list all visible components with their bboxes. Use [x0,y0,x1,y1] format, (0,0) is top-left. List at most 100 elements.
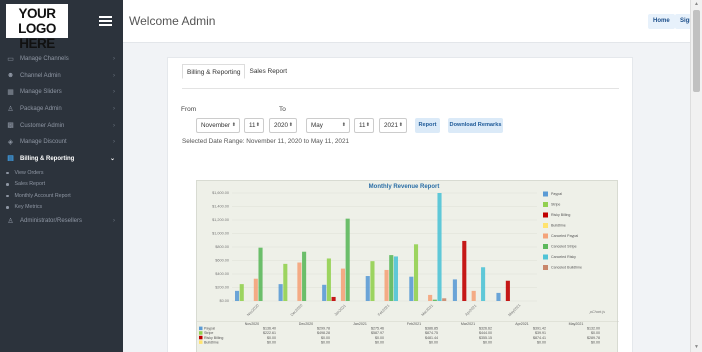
chevron-right-icon: › [113,139,115,146]
sidebar-subitem-label: View Orders [14,169,44,176]
bar [239,284,244,301]
sidebar-item-administrator-resellers[interactable]: ♙ Administrator/Resellers › [0,213,123,230]
chevron-updown-icon: ⬍ [231,122,236,128]
legend-swatch [543,202,548,207]
sidebar-item-manage-sliders[interactable]: ▦ Manage Sliders › [0,84,123,101]
bar [297,262,302,301]
sidebar-item-label: Manage Channels [20,56,69,63]
logo-line1: YOUR LOGO [18,6,56,36]
scroll-thumb[interactable] [693,10,700,92]
y-tick-label: $0.00 [219,299,229,303]
table-cell: $874.41 [533,336,546,340]
tab-billing-reporting[interactable]: Billing & Reporting [182,64,246,79]
sidebar-subitem-sales-report[interactable]: Sales Report [0,179,123,191]
to-day-select[interactable]: 11 ⬍ [354,118,374,133]
sidebar-item-package-admin[interactable]: ♙ Package Admin › [0,101,123,118]
sidebar-item-manage-channels[interactable]: ▭ Manage Channels › [0,51,123,68]
x-tick-label: Nov2020 [246,304,260,318]
legend-label: Canceled Stripe [551,245,577,249]
to-month-select[interactable]: May ⬍ [306,118,350,133]
sidebar-item-customer-admin[interactable]: ▩ Customer Admin › [0,117,123,134]
table-cell: $386.85 [425,327,438,331]
legend-swatch [543,212,548,218]
legend-swatch [543,233,548,239]
to-label: To [279,106,286,113]
welcome-title: Welcome Admin [129,14,216,28]
table-header-cell: Mar2021 [461,322,475,326]
bar [283,263,288,301]
bar [253,278,258,301]
sidebar-item-label: Administrator/Resellers [20,218,83,225]
logo-area: YOUR LOGO HERE [0,0,123,51]
grid-icon: ▩ [7,122,14,130]
tv-icon: ▭ [7,55,14,63]
table-cell: $289.78 [587,336,600,340]
sidebar-item-channel-admin[interactable]: ☻ Channel Admin › [0,68,123,85]
y-tick-label: $1,400.00 [212,205,229,209]
bar [437,193,442,301]
table-cell: $355.15 [479,336,492,340]
chevron-updown-icon: ⬍ [255,122,260,128]
x-tick-label: Dec2020 [290,304,304,318]
bar [505,280,510,301]
chevron-right-icon: › [113,122,115,129]
y-tick-label: $1,600.00 [212,191,229,195]
table-header-cell: May2021 [569,322,584,326]
to-year-select[interactable]: 2021 ⬍ [379,118,407,133]
hamburger-menu-icon[interactable] [99,16,112,26]
sidebar-item-manage-discount[interactable]: ◈ Manage Discount › [0,134,123,151]
chevron-updown-icon: ⬍ [288,122,293,128]
bar [462,240,467,301]
bullet-icon [6,171,9,175]
scroll-down-icon[interactable]: ▼ [694,344,699,350]
x-tick-label: Mar2021 [421,304,434,317]
legend-label: Risky Billing [551,213,570,217]
bar [471,290,476,301]
tab-sales-report[interactable]: Sales Report [245,64,291,79]
bullet-icon [6,183,9,186]
table-cell: $444.00 [479,331,492,335]
download-remarks-button[interactable]: Download Remarks [448,118,503,133]
sidebar-subitem-view-orders[interactable]: View Orders [0,167,123,179]
select-value: May [311,122,323,129]
from-day-select[interactable]: 11 ⬍ [244,118,264,133]
bar [331,296,336,301]
legend-label: Stripe [551,203,560,207]
logo[interactable]: YOUR LOGO HERE [6,4,68,51]
revenue-chart: Monthly Revenue Report $1,600.00 $1,400.00… [196,180,619,352]
image-icon: ▦ [7,88,14,96]
bar [278,284,283,301]
chevron-right-icon: › [113,89,115,96]
home-button[interactable]: Home [648,14,675,29]
report-button[interactable]: Report [415,118,440,133]
from-year-select[interactable]: 2020 ⬍ [269,118,297,133]
from-month-select[interactable]: November ⬍ [196,118,240,133]
bar [322,284,327,301]
table-row-swatch [199,326,203,331]
logo-line2: HERE [19,36,55,51]
legend-swatch [543,223,548,228]
bar [452,279,457,301]
select-value: 11 [249,122,256,129]
select-value: 2020 [274,122,289,129]
scroll-up-icon[interactable]: ▲ [694,1,699,7]
sidebar-item-label: Manage Discount [20,139,67,146]
table-cell: $874.75 [425,331,438,335]
sidebar-menu: ▭ Manage Channels › ☻ Channel Admin › ▦ … [0,51,123,230]
page-scrollbar[interactable]: ▲ ▼ [690,0,702,352]
sidebar-subitem-monthly-account-report[interactable]: Monthly Account Report [0,190,123,202]
bar [442,298,447,301]
y-tick-label: $1,000.00 [212,232,229,236]
chevron-right-icon: › [113,218,115,225]
legend-swatch [543,191,548,197]
bar [393,256,398,301]
sidebar-item-billing-reporting[interactable]: ▤ Billing & Reporting ⌄ [0,151,123,168]
table-row-swatch [199,335,203,340]
bar [496,292,501,301]
chevron-right-icon: › [113,106,115,113]
sidebar-subitem-key-metrics[interactable]: Key Metrics [0,202,123,214]
table-cell: $0.00 [429,340,438,344]
select-value: 2021 [384,122,399,129]
legend-label: Canceled Buildtime [551,266,582,270]
table-cell: $0.00 [591,331,600,335]
